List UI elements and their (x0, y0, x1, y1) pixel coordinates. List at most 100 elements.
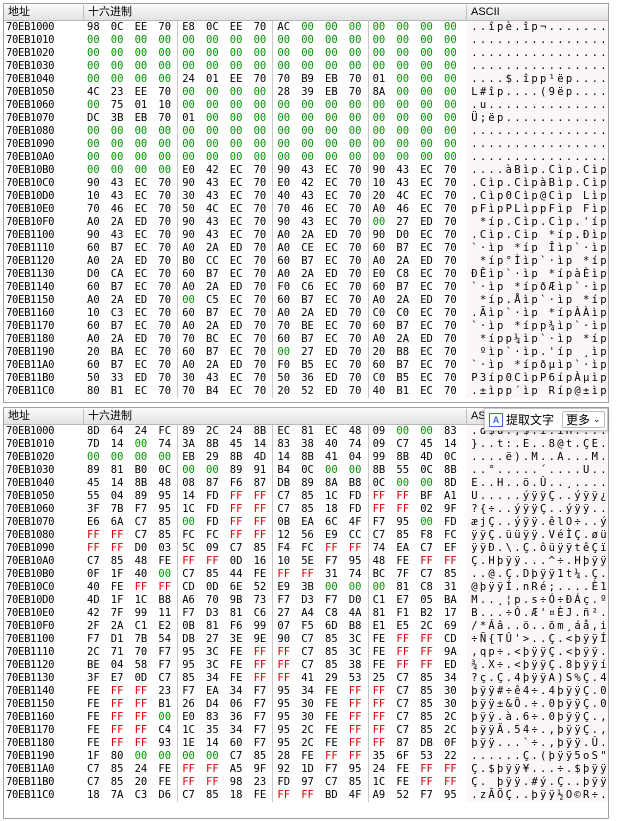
hex-bytes[interactable]: 00 00 00 00 00 00 00 00 00 00 00 00 00 00 00 00 (84, 34, 466, 47)
hex-byte[interactable]: 70 (349, 177, 365, 190)
hex-byte[interactable]: 95 (349, 555, 365, 568)
hex-bytes[interactable]: 00 00 00 00 00 00 00 00 00 00 00 00 00 00 00 00 (84, 125, 466, 138)
hex-byte[interactable]: B5 (301, 359, 317, 372)
hex-row[interactable]: 70EB10F0 2F 2A C1 E2 0B 81 F6 99 07 F5 6D B8 E1 E5 2C 69… (4, 620, 608, 633)
hex-byte[interactable]: ED (230, 281, 246, 294)
hex-byte[interactable]: 00 (444, 125, 460, 138)
ascii-text[interactable]: ? ç. Ç. 4 þ ÿ ÿ A) S% Ç. 4 (467, 672, 608, 685)
ascii-text[interactable]: þ ÿ ÿ. à. 6 ÷. 0 þ ÿ ÿ Ç., (467, 711, 608, 724)
hex-dump-bottom-pane[interactable]: 地址 十六进制 ASCII 70EB10008D6424FC892C248BEC… (3, 407, 609, 819)
hex-bytes[interactable]: 60 B7 EC 70 A0 2A ED 70 F0 C6 EC 70 60 B7 EC 70 (84, 281, 466, 294)
hex-byte[interactable]: 00 (349, 47, 365, 60)
hex-byte[interactable]: 53 (420, 750, 436, 763)
hex-row[interactable]: 70EB11C0 80 B1 EC 70 70 B4 EC 70 20 52 ED 70 40 B1 EC 70… (4, 385, 608, 398)
hex-byte[interactable]: F8 (420, 529, 436, 542)
hex-byte[interactable]: 70 (444, 281, 460, 294)
hex-byte[interactable]: 81 (301, 425, 317, 438)
hex-byte[interactable]: 70 (349, 359, 365, 372)
hex-byte[interactable]: EC (230, 333, 246, 346)
hex-row[interactable]: 70EB10E0 70 46 EC 70 50 4C EC 70 70 46 EC 70 A0 46 EC 70… (4, 203, 608, 216)
hex-byte[interactable]: F7 (254, 685, 270, 698)
hex-byte[interactable]: 4F (349, 516, 365, 529)
hex-byte[interactable]: 00 (111, 164, 127, 177)
hex-bytes[interactable]: 8D 64 24 FC 89 2C 24 8B EC 81 EC 48 09 00 00 83 (84, 425, 466, 438)
hex-byte[interactable]: ED (325, 268, 341, 281)
hex-byte[interactable]: F7 (373, 516, 389, 529)
hex-byte[interactable]: 70 (444, 229, 460, 242)
hex-byte[interactable]: FF (325, 750, 341, 763)
hex-byte[interactable]: FD (206, 503, 222, 516)
hex-byte[interactable]: AC (277, 21, 293, 34)
hex-bytes[interactable]: 7D 14 00 74 3A 8B 45 14 83 38 40 74 09 C7 45 14 (84, 438, 466, 451)
hex-byte[interactable]: C6 (254, 607, 270, 620)
hex-byte[interactable]: 70 (349, 268, 365, 281)
hex-byte[interactable]: 60 (277, 255, 293, 268)
hex-byte[interactable]: 90 (182, 229, 198, 242)
hex-byte[interactable]: 00 (206, 99, 222, 112)
hex-byte[interactable]: 00 (135, 151, 151, 164)
hex-bytes[interactable]: 70 46 EC 70 50 4C EC 70 70 46 EC 70 A0 46 EC 70 (84, 203, 466, 216)
hex-byte[interactable]: 20 (277, 385, 293, 398)
hex-byte[interactable]: 00 (396, 125, 412, 138)
hex-byte[interactable]: 34 (206, 672, 222, 685)
hex-byte[interactable]: EC (325, 203, 341, 216)
hex-byte[interactable]: EC (325, 177, 341, 190)
ascii-text[interactable]: .u.............. (467, 99, 608, 112)
hex-row[interactable]: 70EB1110 60 B7 EC 70 A0 2A ED 70 A0 CE EC 70 60 B7 EC 70… (4, 242, 608, 255)
hex-byte[interactable]: 27 (301, 346, 317, 359)
hex-byte[interactable]: 00 (277, 346, 293, 359)
hex-row[interactable]: 70EB1150 A0 2A ED 70 00 C5 EC 70 60 B7 EC 70 A0 2A ED 70… (4, 294, 608, 307)
hex-byte[interactable]: 9F (254, 763, 270, 776)
hex-byte[interactable]: BE (87, 659, 103, 672)
hex-byte[interactable]: FF (420, 763, 436, 776)
hex-byte[interactable]: EC (135, 359, 151, 372)
hex-bytes[interactable]: A0 2A ED 70 00 C5 EC 70 60 B7 EC 70 A0 2A ED 70 (84, 294, 466, 307)
hex-byte[interactable]: FF (230, 503, 246, 516)
hex-row[interactable]: 70EB1150 FE FF FF B1 26 D4 06 F7 95 30 FE FF FF C7 85 30… (4, 698, 608, 711)
hex-byte[interactable]: FE (325, 711, 341, 724)
hex-byte[interactable]: 01 (135, 99, 151, 112)
hex-byte[interactable]: ED (135, 333, 151, 346)
hex-byte[interactable]: 70 (254, 190, 270, 203)
hex-byte[interactable]: 04 (111, 659, 127, 672)
hex-byte[interactable]: EC (325, 281, 341, 294)
hex-byte[interactable]: 00 (111, 125, 127, 138)
hex-byte[interactable]: 18 (230, 789, 246, 802)
hex-byte[interactable]: C7 (301, 633, 317, 646)
hex-byte[interactable]: F1 (396, 607, 412, 620)
hex-byte[interactable]: 2A (111, 333, 127, 346)
hex-byte[interactable]: 0F (87, 568, 103, 581)
hex-byte[interactable]: FF (373, 711, 389, 724)
hex-byte[interactable]: 81 (111, 464, 127, 477)
ascii-text[interactable]: * í p. Cì p. Cì p. ' í p (467, 216, 608, 229)
hex-row[interactable]: 70EB10C0 40 FE FF FF CD 0D 6E 52 E9 3B 00 00 00 81 C8 31… (4, 581, 608, 594)
hex-byte[interactable]: FF (349, 698, 365, 711)
hex-byte[interactable]: EC (420, 190, 436, 203)
hex-byte[interactable]: A0 (277, 307, 293, 320)
hex-byte[interactable]: 3C (349, 633, 365, 646)
hex-byte[interactable]: FE (254, 568, 270, 581)
hex-byte[interactable]: C7 (301, 659, 317, 672)
hex-byte[interactable]: 2A (111, 620, 127, 633)
hex-byte[interactable]: FF (373, 503, 389, 516)
hex-byte[interactable]: 85 (111, 763, 127, 776)
hex-byte[interactable]: 00 (182, 99, 198, 112)
hex-byte[interactable]: 70 (158, 346, 174, 359)
hex-byte[interactable]: F7 (254, 711, 270, 724)
ascii-text[interactable]: ................ (467, 125, 608, 138)
hex-byte[interactable]: 70 (254, 255, 270, 268)
hex-byte[interactable]: C7 (420, 542, 436, 555)
hex-byte[interactable]: FF (254, 672, 270, 685)
ascii-text[interactable]: .. î p è. î p ¬....... (467, 21, 608, 34)
hex-byte[interactable]: 8B (444, 464, 460, 477)
hex-row[interactable]: 70EB1180 A0 2A ED 70 70 BC EC 70 60 B7 EC 70 A0 2A ED 70… (4, 333, 608, 346)
hex-byte[interactable]: FF (135, 698, 151, 711)
hex-byte[interactable]: 41 (325, 451, 341, 464)
hex-byte[interactable]: EC (325, 242, 341, 255)
ascii-text[interactable]: ....àBìp.Cìp.Cìp (467, 164, 608, 177)
hex-byte[interactable]: F7 (254, 698, 270, 711)
hex-byte[interactable]: 00 (111, 34, 127, 47)
hex-byte[interactable]: 00 (325, 99, 341, 112)
hex-byte[interactable]: 35 (373, 750, 389, 763)
hex-byte[interactable]: 10 (87, 307, 103, 320)
